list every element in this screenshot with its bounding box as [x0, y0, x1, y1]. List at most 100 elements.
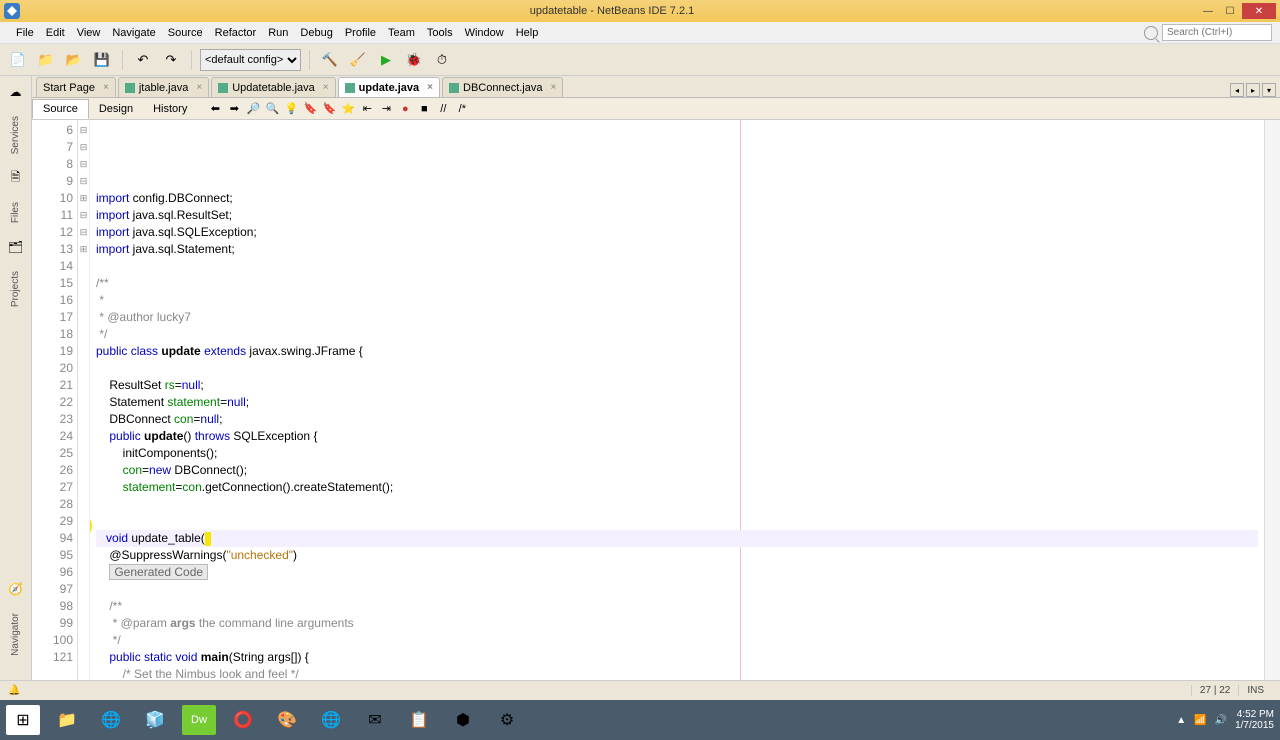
tray-network-icon[interactable]: 📶 [1194, 715, 1206, 726]
notepad-icon[interactable]: 📋 [402, 705, 436, 735]
debug-button[interactable]: 🐞 [402, 48, 426, 72]
paint-icon[interactable]: 🎨 [270, 705, 304, 735]
nav-forward-button[interactable]: ➡ [226, 101, 242, 117]
app-icon[interactable]: ⬢ [446, 705, 480, 735]
cursor-position: 27 | 22 [1191, 685, 1238, 696]
system-clock[interactable]: 4:52 PM 1/7/2015 [1235, 709, 1274, 731]
chrome2-icon[interactable]: 🌐 [314, 705, 348, 735]
menu-profile[interactable]: Profile [339, 27, 382, 39]
tray-up-icon[interactable]: ▲ [1176, 715, 1186, 726]
app2-icon[interactable]: ⚙ [490, 705, 524, 735]
java-file-icon [449, 83, 459, 93]
redo-button[interactable]: ↷ [159, 48, 183, 72]
menu-edit[interactable]: Edit [40, 27, 71, 39]
menu-run[interactable]: Run [262, 27, 294, 39]
search-input[interactable] [1162, 24, 1272, 41]
window-title: updatetable - NetBeans IDE 7.2.1 [28, 5, 1196, 17]
tab-list-button[interactable]: ▾ [1262, 83, 1276, 97]
opera-icon[interactable]: ⭕ [226, 705, 260, 735]
new-project-button[interactable]: 📁 [34, 48, 58, 72]
tab-scroll-left[interactable]: ◂ [1230, 83, 1244, 97]
run-button[interactable]: ▶ [374, 48, 398, 72]
quick-search [1144, 24, 1280, 41]
services-label[interactable]: Services [10, 116, 21, 154]
menu-tools[interactable]: Tools [421, 27, 459, 39]
shift-left-button[interactable]: ⇤ [359, 101, 375, 117]
close-icon[interactable]: × [427, 82, 433, 93]
files-tab-icon[interactable]: 🗎 [6, 168, 26, 188]
hint-bulb-icon[interactable]: I [90, 513, 92, 539]
close-icon[interactable]: × [323, 82, 329, 93]
java-file-icon [125, 83, 135, 93]
close-button[interactable]: ✕ [1242, 3, 1276, 19]
minimize-button[interactable]: — [1198, 3, 1218, 19]
find-prev-button[interactable]: 🔍 [264, 101, 280, 117]
close-icon[interactable]: × [196, 82, 202, 93]
line-number-gutter[interactable]: 6789101112131415161718192021222324252627… [32, 120, 78, 680]
tab-jtable[interactable]: jtable.java× [118, 77, 209, 97]
navigator-label[interactable]: Navigator [10, 613, 21, 656]
navigator-tab-icon[interactable]: 🧭 [6, 579, 26, 599]
menu-team[interactable]: Team [382, 27, 421, 39]
macro-stop-button[interactable]: ■ [416, 101, 432, 117]
subtab-source[interactable]: Source [32, 99, 89, 119]
projects-label[interactable]: Projects [10, 271, 21, 307]
close-icon[interactable]: × [551, 82, 557, 93]
tab-scroll-right[interactable]: ▸ [1246, 83, 1260, 97]
tab-update[interactable]: update.java× [338, 77, 440, 97]
files-label[interactable]: Files [10, 202, 21, 223]
projects-tab-icon[interactable]: 🗂 [6, 237, 26, 257]
chrome-icon[interactable]: 🌐 [94, 705, 128, 735]
windows-taskbar: ⊞ 📁 🌐 🧊 Dw ⭕ 🎨 🌐 ✉ 📋 ⬢ ⚙ ▲ 📶 🔊 4:52 PM 1… [0, 700, 1280, 740]
tab-start-page[interactable]: Start Page× [36, 77, 116, 97]
toggle-bookmark-button[interactable]: ⭐ [340, 101, 356, 117]
shift-right-button[interactable]: ⇥ [378, 101, 394, 117]
save-all-button[interactable]: 💾 [90, 48, 114, 72]
profile-button[interactable]: ⏱ [430, 48, 454, 72]
toggle-highlight-button[interactable]: 💡 [283, 101, 299, 117]
subtab-history[interactable]: History [143, 100, 197, 118]
subtab-design[interactable]: Design [89, 100, 143, 118]
undo-button[interactable]: ↶ [131, 48, 155, 72]
clean-build-button[interactable]: 🧹 [346, 48, 370, 72]
services-tab-icon[interactable]: ☁ [6, 82, 26, 102]
run-config-select[interactable]: <default config> [200, 49, 301, 71]
find-selection-button[interactable]: 🔎 [245, 101, 261, 117]
file-explorer-icon[interactable]: 📁 [50, 705, 84, 735]
menu-window[interactable]: Window [459, 27, 510, 39]
menu-view[interactable]: View [71, 27, 107, 39]
uncomment-button[interactable]: /* [454, 101, 470, 117]
open-project-button[interactable]: 📂 [62, 48, 86, 72]
search-icon [1144, 26, 1158, 40]
start-button[interactable]: ⊞ [6, 705, 40, 735]
menu-navigate[interactable]: Navigate [106, 27, 161, 39]
tray-volume-icon[interactable]: 🔊 [1215, 715, 1227, 726]
netbeans-logo-icon [4, 3, 20, 19]
editor-scrollbar[interactable] [1264, 120, 1280, 680]
menu-debug[interactable]: Debug [294, 27, 338, 39]
fold-bar[interactable]: ⊟⊟⊟⊟⊞⊟⊟⊞ [78, 120, 90, 680]
netbeans-icon[interactable]: 🧊 [138, 705, 172, 735]
code-area[interactable]: import config.DBConnect;import java.sql.… [90, 120, 1264, 680]
menu-source[interactable]: Source [162, 27, 209, 39]
new-file-button[interactable]: 📄 [6, 48, 30, 72]
notifications-icon[interactable]: 🔔 [8, 685, 20, 696]
macro-start-button[interactable]: ● [397, 101, 413, 117]
dreamweaver-icon[interactable]: Dw [182, 705, 216, 735]
menu-help[interactable]: Help [510, 27, 545, 39]
menu-refactor[interactable]: Refactor [209, 27, 263, 39]
main-toolbar: 📄 📁 📂 💾 ↶ ↷ <default config> 🔨 🧹 ▶ 🐞 ⏱ [0, 44, 1280, 76]
next-bookmark-button[interactable]: 🔖 [321, 101, 337, 117]
nav-back-button[interactable]: ⬅ [207, 101, 223, 117]
comment-button[interactable]: // [435, 101, 451, 117]
maximize-button[interactable]: ☐ [1220, 3, 1240, 19]
prev-bookmark-button[interactable]: 🔖 [302, 101, 318, 117]
toolbar-separator [122, 50, 123, 70]
close-icon[interactable]: × [103, 82, 109, 93]
code-editor[interactable]: 6789101112131415161718192021222324252627… [32, 120, 1280, 680]
mail-icon[interactable]: ✉ [358, 705, 392, 735]
build-button[interactable]: 🔨 [318, 48, 342, 72]
tab-updatetable[interactable]: Updatetable.java× [211, 77, 335, 97]
menu-file[interactable]: File [10, 27, 40, 39]
tab-dbconnect[interactable]: DBConnect.java× [442, 77, 563, 97]
